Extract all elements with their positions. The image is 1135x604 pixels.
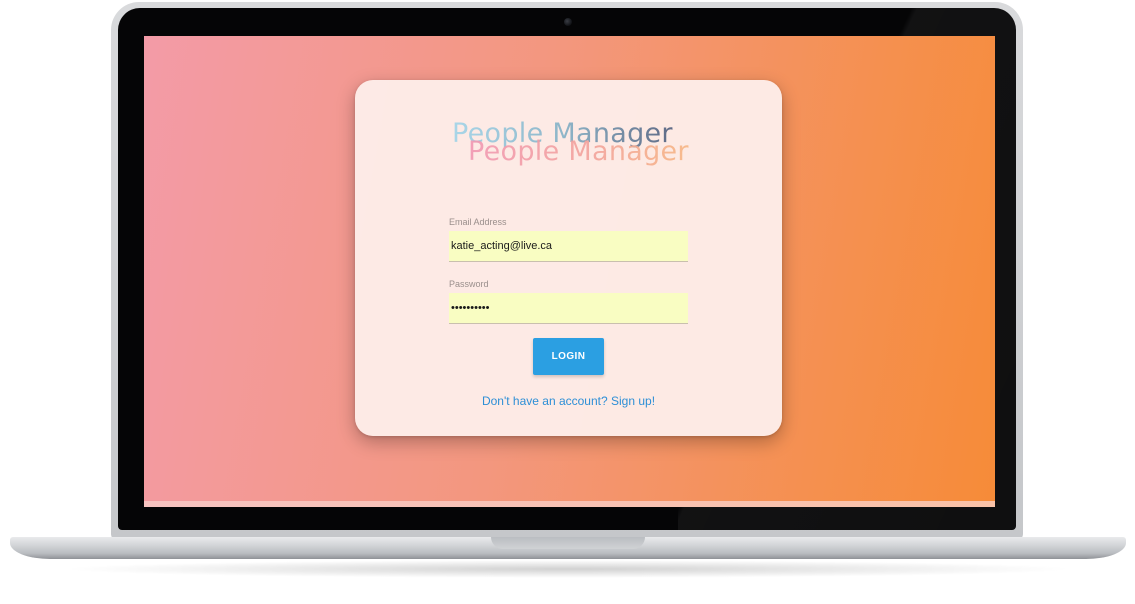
password-field-group: Password <box>449 279 688 324</box>
app-logo: People Manager People Manager <box>452 118 692 178</box>
screen-bottom-strip <box>144 501 995 507</box>
email-field-group: Email Address <box>449 217 688 262</box>
logo-text-front: People Manager <box>468 136 689 167</box>
webcam-icon <box>564 18 572 26</box>
email-input[interactable] <box>449 231 688 262</box>
password-label: Password <box>449 279 489 289</box>
laptop-shadow <box>60 560 1076 578</box>
laptop-mockup: People Manager People Manager Email Addr… <box>0 0 1135 604</box>
laptop-base-notch <box>491 537 645 549</box>
email-label: Email Address <box>449 217 507 227</box>
app-screen: People Manager People Manager Email Addr… <box>144 36 995 507</box>
password-input[interactable] <box>449 293 688 324</box>
signup-link[interactable]: Don't have an account? Sign up! <box>355 394 782 408</box>
login-card: People Manager People Manager Email Addr… <box>355 80 782 436</box>
login-button[interactable]: LOGIN <box>533 338 604 375</box>
